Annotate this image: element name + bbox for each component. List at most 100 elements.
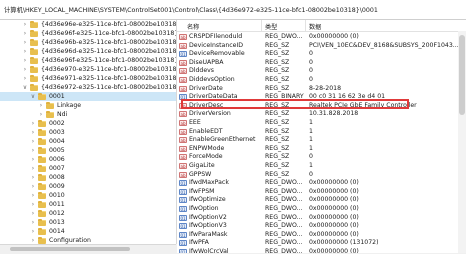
- folder-icon: [38, 174, 46, 181]
- column-header-type[interactable]: 类型: [265, 22, 277, 31]
- tree-node-label: Ndi: [57, 111, 68, 118]
- tree-node[interactable]: ∨ 0001: [0, 92, 176, 101]
- folder-icon: [38, 165, 46, 172]
- binary-value-icon: 01: [179, 249, 187, 253]
- string-value-icon: ab: [179, 59, 187, 66]
- tree-node[interactable]: › {4d36e970-e325-11ce-bfc1-08002be10318}: [0, 65, 176, 74]
- address-bar[interactable]: 计算机\HKEY_LOCAL_MACHINE\SYSTEM\ControlSet…: [0, 0, 466, 20]
- tree-node[interactable]: › {4d36e96d-e325-11ce-bfc1-08002be10318}: [0, 47, 176, 56]
- tree-node[interactable]: › 0010: [0, 191, 176, 200]
- tree-node[interactable]: › {4d36e96f-e325-11ce-bfc1-08002be10318}: [0, 29, 176, 38]
- binary-value-icon: 01: [179, 188, 187, 195]
- folder-icon: [30, 75, 38, 82]
- column-header-data[interactable]: 数据: [309, 22, 321, 31]
- folder-icon: [38, 156, 46, 163]
- tree-node[interactable]: › 0003: [0, 128, 176, 137]
- folder-icon: [30, 57, 38, 64]
- tree-node[interactable]: › 0009: [0, 182, 176, 191]
- tree-scroll-thumb[interactable]: [10, 247, 130, 251]
- tree-node-label: 0009: [49, 183, 65, 190]
- values-scroll-thumb[interactable]: [459, 35, 465, 115]
- chevron-right-icon[interactable]: ›: [30, 191, 36, 200]
- tree-node[interactable]: › 0004: [0, 137, 176, 146]
- folder-icon: [38, 228, 46, 235]
- folder-icon: [38, 129, 46, 136]
- chevron-right-icon[interactable]: ›: [30, 164, 36, 173]
- tree-node[interactable]: › 0006: [0, 155, 176, 164]
- value-name: IfwWolCrcVal: [189, 248, 229, 253]
- tree-node[interactable]: › 0013: [0, 218, 176, 227]
- folder-icon: [30, 48, 38, 55]
- tree-node[interactable]: › {4d36e96e-e325-11ce-bfc1-08002be10318}: [0, 20, 176, 29]
- folder-icon: [46, 111, 54, 118]
- chevron-right-icon[interactable]: ›: [30, 155, 36, 164]
- chevron-down-icon[interactable]: ∨: [30, 92, 36, 101]
- chevron-right-icon[interactable]: ›: [30, 173, 36, 182]
- string-value-icon: ab: [179, 111, 187, 118]
- registry-tree: › {4d36e96e-e325-11ce-bfc1-08002be10318} ›…: [0, 20, 177, 244]
- tree-node-label: 0013: [49, 219, 65, 226]
- tree-node-label: {4d36e970-e325-11ce-bfc1-08002be10318}: [41, 66, 177, 73]
- value-data: 0x00000000 (0): [309, 248, 359, 253]
- chevron-right-icon[interactable]: ›: [30, 227, 36, 236]
- tree-node[interactable]: › 0002: [0, 119, 176, 128]
- values-vertical-scrollbar[interactable]: [458, 31, 466, 253]
- tree-node-label: {4d36e96d-e325-11ce-bfc1-08002be10318}: [41, 48, 177, 55]
- chevron-right-icon[interactable]: ›: [30, 182, 36, 191]
- chevron-right-icon[interactable]: ›: [22, 56, 28, 65]
- string-value-icon: ab: [179, 77, 187, 83]
- tree-node[interactable]: › Configuration: [0, 236, 176, 244]
- tree-node[interactable]: › {4d36e96f-e325-11ce-bfc1-08002be10318}: [0, 56, 176, 65]
- chevron-right-icon[interactable]: ›: [30, 200, 36, 209]
- tree-node-label: Linkage: [57, 102, 82, 109]
- tree-node-label: 0001: [49, 93, 65, 100]
- tree-node-label: 0005: [49, 147, 65, 154]
- values-header: 名称 类型 数据: [177, 20, 466, 32]
- chevron-right-icon[interactable]: ›: [30, 146, 36, 155]
- chevron-right-icon[interactable]: ›: [22, 74, 28, 83]
- chevron-right-icon[interactable]: ›: [22, 29, 28, 38]
- tree-node-label: 0007: [49, 165, 65, 172]
- folder-icon: [30, 84, 38, 91]
- tree-node-label: {4d36e972-e325-11ce-bfc1-08002be10318}: [41, 84, 177, 91]
- chevron-right-icon[interactable]: ›: [30, 119, 36, 128]
- tree-node[interactable]: › 0014: [0, 227, 176, 236]
- chevron-right-icon[interactable]: ›: [22, 20, 28, 29]
- folder-icon: [38, 219, 46, 226]
- chevron-down-icon[interactable]: ∨: [22, 83, 28, 92]
- tree-node-label: Configuration: [49, 237, 91, 244]
- folder-icon: [30, 30, 38, 37]
- column-header-name[interactable]: 名称: [187, 22, 199, 31]
- binary-value-icon: 01: [179, 197, 187, 204]
- tree-node-label: 0003: [49, 129, 65, 136]
- driverdesc-highlight-box: [181, 99, 409, 109]
- tree-node[interactable]: › 0008: [0, 173, 176, 182]
- tree-node[interactable]: ∨ {4d36e972-e325-11ce-bfc1-08002be10318}: [0, 83, 176, 92]
- chevron-right-icon[interactable]: ›: [22, 65, 28, 74]
- tree-node[interactable]: › 0007: [0, 164, 176, 173]
- folder-icon: [38, 210, 46, 217]
- tree-node[interactable]: › {4d36e971-e325-11ce-bfc1-08002be10318}: [0, 74, 176, 83]
- tree-node[interactable]: › 0005: [0, 146, 176, 155]
- tree-node[interactable]: › {4d36e96b-e325-11ce-bfc1-08002be10318}: [0, 38, 176, 47]
- tree-node[interactable]: › 0011: [0, 200, 176, 209]
- binary-value-icon: 01: [179, 214, 187, 221]
- tree-node[interactable]: › Linkage: [0, 101, 176, 110]
- tree-node-label: 0011: [49, 201, 65, 208]
- chevron-right-icon[interactable]: ›: [30, 209, 36, 218]
- chevron-right-icon[interactable]: ›: [30, 128, 36, 137]
- registry-value-row[interactable]: 01 IfwWolCrcVal REG_DWO... 0x00000000 (0): [177, 247, 466, 253]
- chevron-right-icon[interactable]: ›: [22, 38, 28, 47]
- tree-node[interactable]: › Ndi: [0, 110, 176, 119]
- binary-value-icon: 01: [179, 240, 187, 247]
- chevron-right-icon[interactable]: ›: [38, 110, 44, 119]
- string-value-icon: ab: [179, 163, 187, 169]
- chevron-right-icon[interactable]: ›: [22, 47, 28, 56]
- chevron-right-icon[interactable]: ›: [30, 236, 36, 244]
- tree-node[interactable]: › 0012: [0, 209, 176, 218]
- string-value-icon: ab: [179, 137, 187, 144]
- chevron-right-icon[interactable]: ›: [30, 218, 36, 227]
- chevron-right-icon[interactable]: ›: [38, 101, 44, 110]
- chevron-right-icon[interactable]: ›: [30, 137, 36, 146]
- folder-icon: [38, 138, 46, 145]
